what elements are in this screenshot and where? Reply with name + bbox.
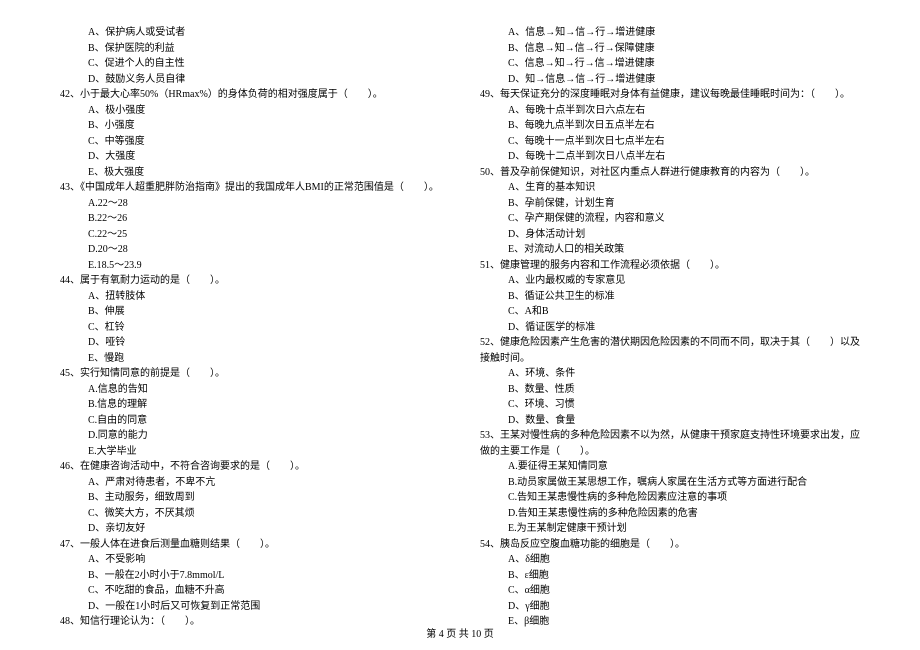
option-text: C、不吃甜的食品，血糖不升高 <box>60 583 440 599</box>
document-content: A、保护病人或受试者 B、保护医院的利益 C、促进个人的自主性 D、鼓励义务人员… <box>60 25 860 630</box>
option-text: D、亲切友好 <box>60 521 440 537</box>
option-text: D.同意的能力 <box>60 428 440 444</box>
option-text: E.大学毕业 <box>60 444 440 460</box>
option-text: D、大强度 <box>60 149 440 165</box>
option-text: A、信息→知→信→行→增进健康 <box>480 25 860 41</box>
option-text: D、循证医学的标准 <box>480 320 860 336</box>
option-text: D.20～28 <box>60 242 440 258</box>
option-text: B、信息→知→信→行→保障健康 <box>480 41 860 57</box>
option-text: A、生育的基本知识 <box>480 180 860 196</box>
option-text: C、α细胞 <box>480 583 860 599</box>
option-text: B.信息的理解 <box>60 397 440 413</box>
question-47: 47、一般人体在进食后测量血糖则结果（ ）。 <box>60 537 440 553</box>
option-text: B、主动服务，细致周到 <box>60 490 440 506</box>
question-45: 45、实行知情同意的前提是（ ）。 <box>60 366 440 382</box>
right-column: A、信息→知→信→行→增进健康 B、信息→知→信→行→保障健康 C、信息→知→行… <box>480 25 860 630</box>
question-52: 52、健康危险因素产生危害的潜伏期因危险因素的不同而不同，取决于其（ ）以及接触… <box>480 335 860 366</box>
question-42: 42、小于最大心率50%（HRmax%）的身体负荷的相对强度属于（ ）。 <box>60 87 440 103</box>
option-text: B、伸展 <box>60 304 440 320</box>
option-text: D.告知王某患慢性病的多种危险因素的危害 <box>480 506 860 522</box>
option-text: E.18.5～23.9 <box>60 258 440 274</box>
page-footer: 第 4 页 共 10 页 <box>0 625 920 640</box>
option-text: C、杠铃 <box>60 320 440 336</box>
option-text: D、数量、食量 <box>480 413 860 429</box>
option-text: D、身体活动计划 <box>480 227 860 243</box>
option-text: E、极大强度 <box>60 165 440 181</box>
option-text: C、A和B <box>480 304 860 320</box>
question-54: 54、胰岛反应空腹血糖功能的细胞是（ ）。 <box>480 537 860 553</box>
option-text: A.信息的告知 <box>60 382 440 398</box>
option-text: B、保护医院的利益 <box>60 41 440 57</box>
option-text: C.告知王某患慢性病的多种危险因素应注意的事项 <box>480 490 860 506</box>
option-text: A、业内最权威的专家意见 <box>480 273 860 289</box>
option-text: C、每晚十一点半到次日七点半左右 <box>480 134 860 150</box>
option-text: E.为王某制定健康干预计划 <box>480 521 860 537</box>
question-44: 44、属于有氧耐力运动的是（ ）。 <box>60 273 440 289</box>
option-text: A、环境、条件 <box>480 366 860 382</box>
question-53: 53、王某对慢性病的多种危险因素不以为然，从健康干预家庭支持性环境要求出发，应做… <box>480 428 860 459</box>
option-text: A、严肃对待患者，不卑不亢 <box>60 475 440 491</box>
option-text: A、不受影响 <box>60 552 440 568</box>
option-text: B、小强度 <box>60 118 440 134</box>
option-text: A、极小强度 <box>60 103 440 119</box>
question-46: 46、在健康咨询活动中，不符合咨询要求的是（ ）。 <box>60 459 440 475</box>
option-text: D、鼓励义务人员自律 <box>60 72 440 88</box>
option-text: C、信息→知→行→信→增进健康 <box>480 56 860 72</box>
option-text: D、哑铃 <box>60 335 440 351</box>
question-50: 50、普及孕前保健知识，对社区内重点人群进行健康教育的内容为（ ）。 <box>480 165 860 181</box>
option-text: A、保护病人或受试者 <box>60 25 440 41</box>
option-text: B、数量、性质 <box>480 382 860 398</box>
question-51: 51、健康管理的服务内容和工作流程必须依据（ ）。 <box>480 258 860 274</box>
option-text: B、ε细胞 <box>480 568 860 584</box>
option-text: D、每晚十二点半到次日八点半左右 <box>480 149 860 165</box>
option-text: A、扭转肢体 <box>60 289 440 305</box>
option-text: C、环境、习惯 <box>480 397 860 413</box>
option-text: E、对流动人口的相关政策 <box>480 242 860 258</box>
option-text: A、δ细胞 <box>480 552 860 568</box>
option-text: D、知→信息→信→行→增进健康 <box>480 72 860 88</box>
option-text: B、一般在2小时小于7.8mmol/L <box>60 568 440 584</box>
option-text: C.自由的同意 <box>60 413 440 429</box>
option-text: B、孕前保健，计划生育 <box>480 196 860 212</box>
option-text: A、每晚十点半到次日六点左右 <box>480 103 860 119</box>
option-text: B、循证公共卫生的标准 <box>480 289 860 305</box>
option-text: B、每晚九点半到次日五点半左右 <box>480 118 860 134</box>
option-text: A.22～28 <box>60 196 440 212</box>
option-text: D、γ细胞 <box>480 599 860 615</box>
question-43: 43、《中国成年人超重肥胖防治指南》提出的我国成年人BMI的正常范围值是（ ）。 <box>60 180 440 196</box>
option-text: C.22～25 <box>60 227 440 243</box>
option-text: A.要征得王某知情同意 <box>480 459 860 475</box>
option-text: C、孕产期保健的流程，内容和意义 <box>480 211 860 227</box>
option-text: C、微笑大方，不厌其烦 <box>60 506 440 522</box>
option-text: D、一般在1小时后又可恢复到正常范围 <box>60 599 440 615</box>
option-text: B.动员家属做王某思想工作，嘱病人家属在生活方式等方面进行配合 <box>480 475 860 491</box>
left-column: A、保护病人或受试者 B、保护医院的利益 C、促进个人的自主性 D、鼓励义务人员… <box>60 25 440 630</box>
option-text: E、慢跑 <box>60 351 440 367</box>
option-text: C、中等强度 <box>60 134 440 150</box>
option-text: B.22～26 <box>60 211 440 227</box>
question-49: 49、每天保证充分的深度睡眠对身体有益健康，建议每晚最佳睡眠时间为：（ ）。 <box>480 87 860 103</box>
option-text: C、促进个人的自主性 <box>60 56 440 72</box>
